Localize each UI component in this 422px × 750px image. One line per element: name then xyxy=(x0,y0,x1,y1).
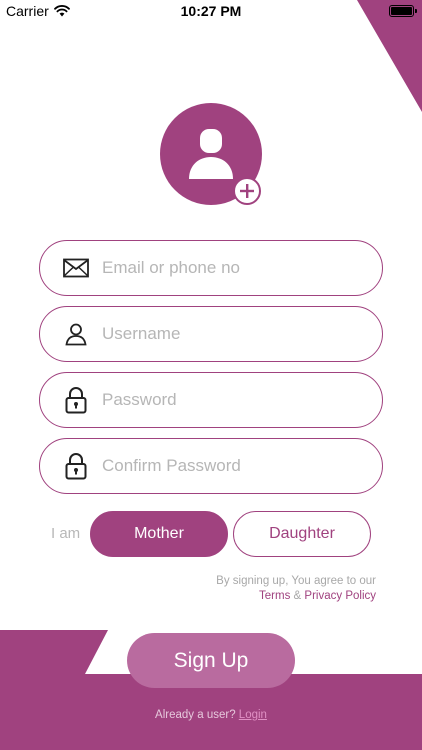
mother-option-button[interactable]: Mother xyxy=(90,511,228,557)
daughter-option-button[interactable]: Daughter xyxy=(233,511,371,557)
sign-up-button[interactable]: Sign Up xyxy=(127,633,295,688)
terms-links: Terms & Privacy Policy xyxy=(216,589,376,604)
terms-ampersand: & xyxy=(293,590,302,602)
login-prompt: Already a user? Login xyxy=(0,709,422,721)
email-input[interactable] xyxy=(102,253,362,283)
login-link[interactable]: Login xyxy=(239,709,267,721)
add-photo-button[interactable] xyxy=(233,177,261,205)
email-field[interactable] xyxy=(39,240,383,296)
username-field[interactable] xyxy=(39,306,383,362)
password-field[interactable] xyxy=(39,372,383,428)
confirm-password-field[interactable] xyxy=(39,438,383,494)
confirm-password-input[interactable] xyxy=(102,451,362,481)
clock: 10:27 PM xyxy=(180,3,242,19)
plus-icon xyxy=(240,184,254,198)
terms-link[interactable]: Terms xyxy=(259,590,290,602)
terms-text: By signing up, You agree to our xyxy=(216,575,376,587)
person-icon xyxy=(62,320,90,348)
privacy-policy-link[interactable]: Privacy Policy xyxy=(304,590,376,602)
lock-icon xyxy=(62,452,90,480)
login-prompt-text: Already a user? xyxy=(155,709,236,721)
lock-icon xyxy=(62,386,90,414)
envelope-icon xyxy=(62,254,90,282)
status-bar: Carrier 10:27 PM xyxy=(0,0,422,24)
battery-icon xyxy=(389,5,417,17)
username-input[interactable] xyxy=(102,319,362,349)
password-input[interactable] xyxy=(102,385,362,415)
user-silhouette-icon xyxy=(189,129,233,179)
terms-notice: By signing up, You agree to our Terms & … xyxy=(216,574,376,604)
role-label: I am xyxy=(51,525,81,542)
